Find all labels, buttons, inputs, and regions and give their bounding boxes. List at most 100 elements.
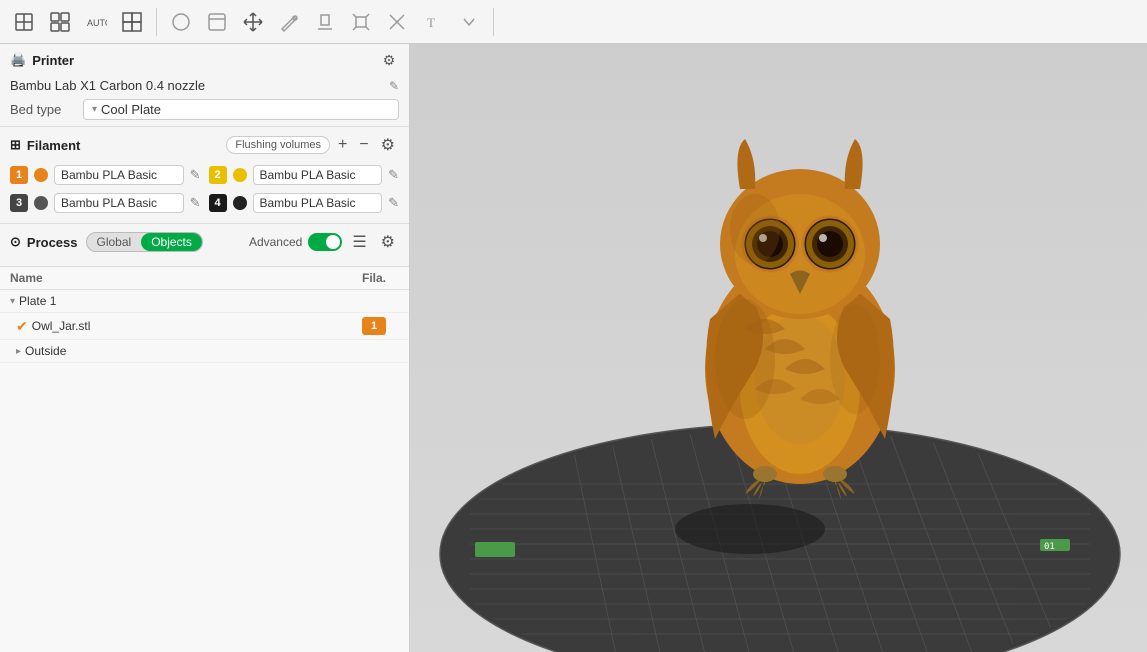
tab-global[interactable]: Global [87,233,142,251]
filament-num-4: 4 [209,194,227,212]
expand-icon: ▾ [10,296,15,307]
add-filament-button[interactable]: + [334,134,351,156]
toolbar-sep-2 [493,8,494,36]
owl-name: ✔ Owl_Jar.stl [16,318,349,335]
bed-type-row: Bed type ▾ Cool Plate [10,99,399,120]
outside-name: ▸ Outside [16,344,349,358]
filament-controls: Flushing volumes + − ⚙ [226,133,399,157]
table-row-plate1[interactable]: ▾ Plate 1 [0,290,409,313]
chevron-down-icon: ▾ [92,104,97,115]
svg-text:T: T [427,15,435,30]
viewport-background: 01 [410,44,1147,652]
printer-name-row[interactable]: Bambu Lab X1 Carbon 0.4 nozzle ✎ [10,76,399,95]
filament-section: ⊞ Filament Flushing volumes + − ⚙ 1 Bamb… [0,127,409,224]
process-header: ⊙ Process Global Objects Advanced ☰ ⚙ [10,230,399,254]
filament-name-button-1[interactable]: Bambu PLA Basic [54,165,184,185]
toolbar-sep-1 [156,8,157,36]
bed-type-value-text: Cool Plate [101,102,161,117]
filament-edit-button-2[interactable]: ✎ [388,167,399,183]
process-label: Process [27,235,78,250]
filament-name-button-3[interactable]: Bambu PLA Basic [54,193,184,213]
filament-edit-button-1[interactable]: ✎ [190,167,201,183]
plate1-name: ▾ Plate 1 [10,294,349,308]
plate-icon[interactable] [201,6,233,38]
advanced-toggle[interactable] [308,233,342,251]
cut-icon[interactable] [381,6,413,38]
owl-fila: 1 [349,317,399,335]
process-right-controls: Advanced ☰ ⚙ [249,230,399,254]
printer-settings-icon[interactable]: ⚙ [379,50,399,70]
more-tools-icon[interactable] [453,6,485,38]
move-icon[interactable] [237,6,269,38]
process-tab-group: Global Objects [86,232,203,252]
remove-filament-button[interactable]: − [355,134,372,156]
advanced-label: Advanced [249,235,302,249]
filament-item-4: 4 Bambu PLA Basic ✎ [209,193,400,213]
filament-settings-button[interactable]: ⚙ [377,133,399,157]
owl-checkbox-icon[interactable]: ✔ [16,318,28,335]
filament-edit-button-3[interactable]: ✎ [190,195,201,211]
process-section: ⊙ Process Global Objects Advanced ☰ ⚙ [0,224,409,267]
filament-name-button-2[interactable]: Bambu PLA Basic [253,165,383,185]
arrange-icon[interactable] [116,6,148,38]
top-toolbar: AUTO [0,0,1147,44]
objects-table: Name Fila. ▾ Plate 1 ✔ Owl_Jar.stl 1 [0,267,409,652]
left-panel: 🖨️ Printer ⚙ Bambu Lab X1 Carbon 0.4 noz… [0,44,410,652]
filament-row-group-1: 1 Bambu PLA Basic ✎ 2 Bambu PLA Basic ✎ [10,165,399,189]
filament-edit-button-4[interactable]: ✎ [388,195,399,211]
plate1-label: Plate 1 [19,294,56,308]
svg-text:01: 01 [1044,542,1055,552]
bed-type-dropdown[interactable]: ▾ Cool Plate [83,99,399,120]
filament-num-2: 2 [209,166,227,184]
support-icon[interactable] [309,6,341,38]
filament-icon: ⊞ [10,137,21,153]
list-view-button[interactable]: ☰ [348,230,370,254]
table-row-outside[interactable]: ▸ Outside [0,340,409,363]
process-title: ⊙ Process [10,234,78,250]
owl-label: Owl_Jar.stl [32,319,91,333]
printer-name-text: Bambu Lab X1 Carbon 0.4 nozzle [10,78,205,93]
filament-swatch-4 [233,196,247,210]
paint-icon[interactable] [273,6,305,38]
printer-edit-icon[interactable]: ✎ [389,79,399,93]
printer-label: Printer [32,53,74,68]
svg-text:AUTO: AUTO [87,18,107,28]
outside-label: Outside [25,344,66,358]
filament-item-1: 1 Bambu PLA Basic ✎ [10,165,201,185]
filament-num-1: 1 [10,166,28,184]
cube-view-icon[interactable] [8,6,40,38]
table-row-owl[interactable]: ✔ Owl_Jar.stl 1 [0,313,409,340]
filament-swatch-1 [34,168,48,182]
filament-row-group-2: 3 Bambu PLA Basic ✎ 4 Bambu PLA Basic ✎ [10,193,399,217]
grid-view-icon[interactable] [44,6,76,38]
filament-name-button-4[interactable]: Bambu PLA Basic [253,193,383,213]
printer-title: 🖨️ Printer [10,52,74,68]
outside-expand-icon: ▸ [16,346,21,357]
col-name-header: Name [10,271,349,285]
flushing-volumes-button[interactable]: Flushing volumes [226,136,330,154]
col-fila-header: Fila. [349,271,399,285]
text-icon[interactable]: T [417,6,449,38]
printer-icon: 🖨️ [10,52,26,68]
printer-section: 🖨️ Printer ⚙ Bambu Lab X1 Carbon 0.4 noz… [0,44,409,127]
filament-item-3: 3 Bambu PLA Basic ✎ [10,193,201,213]
tab-objects[interactable]: Objects [141,233,202,251]
filament-num-3: 3 [10,194,28,212]
filament-item-2: 2 Bambu PLA Basic ✎ [209,165,400,185]
process-more-button[interactable]: ⚙ [377,230,399,254]
filament-label: Filament [27,138,80,153]
slice-icon[interactable] [165,6,197,38]
filament-title: ⊞ Filament [10,137,80,153]
bed-type-label: Bed type [10,102,75,117]
process-icon: ⊙ [10,234,21,250]
viewport[interactable]: 01 [410,44,1147,652]
printer-header: 🖨️ Printer ⚙ [10,50,399,70]
objects-table-header: Name Fila. [0,267,409,290]
filament-header: ⊞ Filament Flushing volumes + − ⚙ [10,133,399,157]
main-layout: 🖨️ Printer ⚙ Bambu Lab X1 Carbon 0.4 noz… [0,44,1147,652]
scale-icon[interactable] [345,6,377,38]
filament-swatch-2 [233,168,247,182]
viewport-scene: 01 [410,44,1147,652]
filament-swatch-3 [34,196,48,210]
auto-orient-icon[interactable]: AUTO [80,6,112,38]
